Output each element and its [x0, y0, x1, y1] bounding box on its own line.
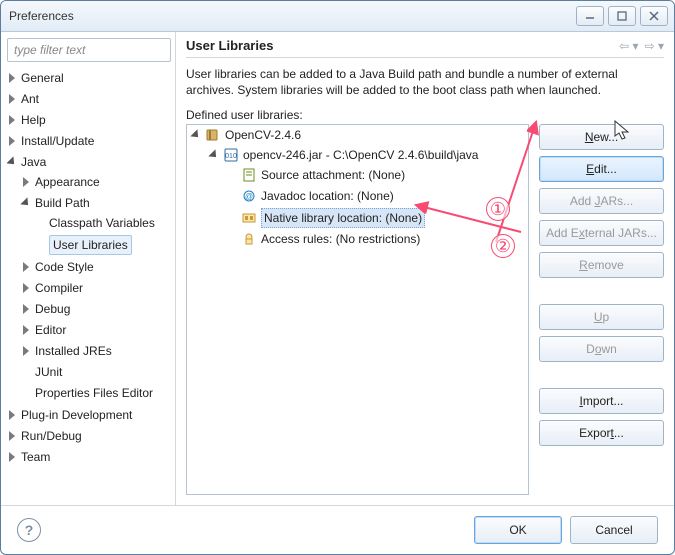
- tree-item-editor[interactable]: Editor: [35, 321, 66, 339]
- edit-button[interactable]: Edit...: [539, 156, 664, 182]
- tree-item-installedjres[interactable]: Installed JREs: [35, 342, 112, 360]
- export-button[interactable]: Export...: [539, 420, 664, 446]
- window-title: Preferences: [7, 9, 576, 23]
- javadoc-location[interactable]: Javadoc location: (None): [261, 187, 394, 205]
- tree-item-junit[interactable]: JUnit: [35, 363, 62, 381]
- new-button[interactable]: New...: [539, 124, 664, 150]
- defined-label: Defined user libraries:: [186, 108, 664, 122]
- source-attachment[interactable]: Source attachment: (None): [261, 166, 405, 184]
- up-button[interactable]: Up: [539, 304, 664, 330]
- page-description: User libraries can be added to a Java Bu…: [186, 66, 664, 98]
- svg-text:@: @: [245, 192, 253, 201]
- category-pane: General Ant Help Install/Update Java App…: [1, 32, 176, 505]
- dialog-footer: ? OK Cancel: [1, 505, 674, 554]
- tree-item-appearance[interactable]: Appearance: [35, 173, 100, 191]
- import-button[interactable]: Import...: [539, 388, 664, 414]
- side-buttons: New... Edit... Add JARs... Add External …: [539, 124, 664, 495]
- defined-libraries-tree[interactable]: OpenCV-2.4.6 010: [186, 124, 529, 495]
- tree-item-propfiles[interactable]: Properties Files Editor: [35, 384, 153, 402]
- minimize-button[interactable]: [576, 6, 604, 26]
- tree-item-pde[interactable]: Plug-in Development: [21, 406, 132, 424]
- tree-item-debug[interactable]: Debug: [35, 300, 70, 318]
- help-button[interactable]: ?: [17, 518, 41, 542]
- native-library-location[interactable]: Native library location: (None): [261, 208, 425, 228]
- tree-item-codestyle[interactable]: Code Style: [35, 258, 94, 276]
- add-jars-button[interactable]: Add JARs...: [539, 188, 664, 214]
- cancel-button[interactable]: Cancel: [570, 516, 658, 544]
- back-icon[interactable]: ⇦ ▾: [619, 39, 638, 53]
- tree-item-classpath[interactable]: Classpath Variables: [49, 214, 155, 232]
- tree-item-general[interactable]: General: [21, 69, 64, 87]
- svg-text:010: 010: [225, 153, 237, 160]
- native-icon: [241, 210, 257, 226]
- add-external-jars-button[interactable]: Add External JARs...: [539, 220, 664, 246]
- source-icon: [241, 167, 257, 183]
- preference-page: User Libraries ⇦ ▾ ⇨ ▾ User libraries ca…: [176, 32, 674, 505]
- close-button[interactable]: [640, 6, 668, 26]
- remove-button[interactable]: Remove: [539, 252, 664, 278]
- category-tree[interactable]: General Ant Help Install/Update Java App…: [7, 68, 171, 499]
- jar-entry[interactable]: opencv-246.jar - C:\OpenCV 2.4.6\build\j…: [243, 146, 478, 164]
- tree-item-rundebug[interactable]: Run/Debug: [21, 427, 82, 445]
- javadoc-icon: @: [241, 188, 257, 204]
- maximize-button[interactable]: [608, 6, 636, 26]
- access-rules[interactable]: Access rules: (No restrictions): [261, 230, 420, 248]
- tree-item-userlibs[interactable]: User Libraries: [49, 235, 132, 255]
- library-icon: [205, 127, 221, 143]
- tree-item-buildpath[interactable]: Build Path: [35, 194, 90, 212]
- down-button[interactable]: Down: [539, 336, 664, 362]
- library-name[interactable]: OpenCV-2.4.6: [225, 126, 301, 144]
- tree-item-ant[interactable]: Ant: [21, 90, 39, 108]
- page-title: User Libraries: [186, 38, 619, 53]
- titlebar: Preferences: [1, 1, 674, 32]
- tree-item-help[interactable]: Help: [21, 111, 46, 129]
- ok-button[interactable]: OK: [474, 516, 562, 544]
- tree-item-java[interactable]: Java: [21, 153, 46, 171]
- access-icon: [241, 231, 257, 247]
- tree-item-compiler[interactable]: Compiler: [35, 279, 83, 297]
- tree-item-install[interactable]: Install/Update: [21, 132, 94, 150]
- filter-input[interactable]: [7, 38, 171, 62]
- forward-icon[interactable]: ⇨ ▾: [645, 39, 664, 53]
- jar-icon: 010: [223, 147, 239, 163]
- tree-item-team[interactable]: Team: [21, 448, 50, 466]
